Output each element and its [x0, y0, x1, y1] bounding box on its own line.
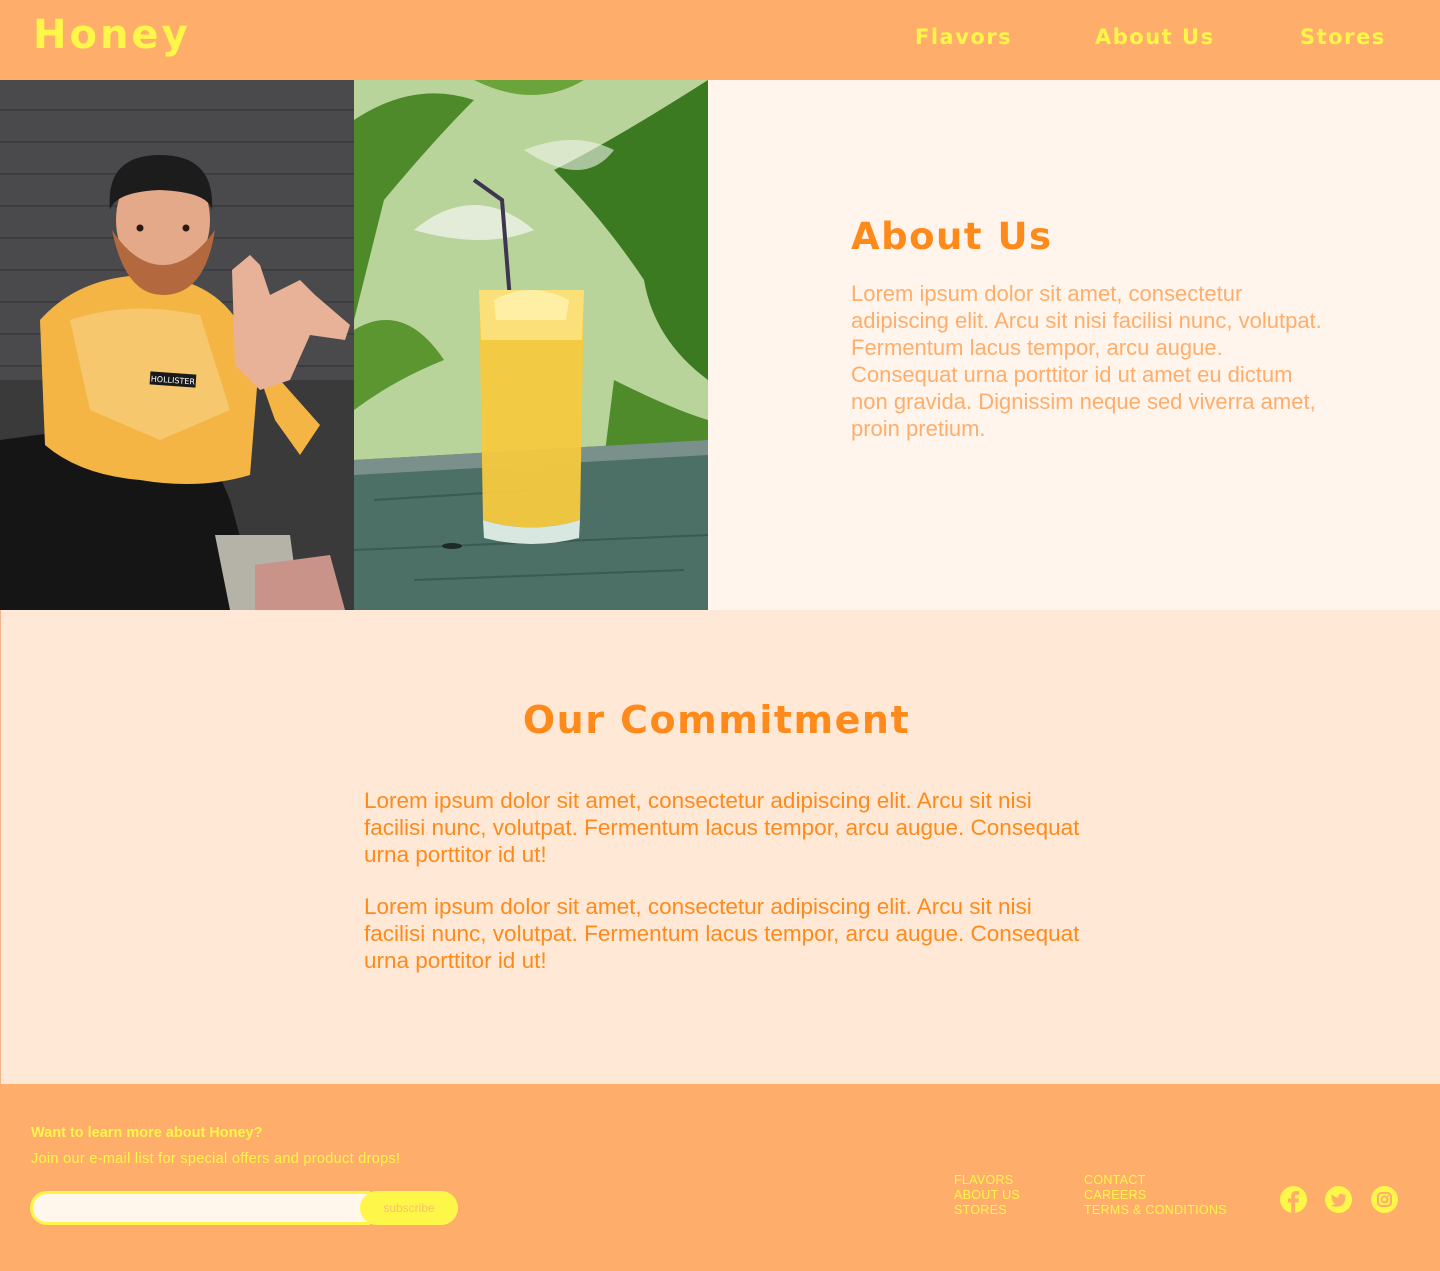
email-input[interactable] [30, 1191, 370, 1225]
commitment-section: Our Commitment Lorem ipsum dolor sit ame… [0, 610, 1440, 1084]
commitment-paragraph-2: Lorem ipsum dolor sit amet, consectetur … [364, 894, 1080, 973]
footer-link-stores[interactable]: STORES [954, 1203, 1020, 1218]
about-title: About Us [851, 215, 1053, 258]
footer-link-careers[interactable]: CAREERS [1084, 1188, 1227, 1203]
nav-flavors[interactable]: Flavors [915, 25, 1012, 49]
site-footer: Want to learn more about Honey? Join our… [0, 1084, 1440, 1271]
drink-photo [354, 80, 708, 610]
about-section: HOLLISTER About Us Lorem ipsum dolor sit… [0, 80, 1440, 610]
nav-stores[interactable]: Stores [1300, 25, 1386, 49]
footer-links-primary: FLAVORS ABOUT US STORES [954, 1173, 1020, 1218]
site-header: Honey Flavors About Us Stores [0, 0, 1440, 80]
footer-link-terms[interactable]: TERMS & CONDITIONS [1084, 1203, 1227, 1218]
newsletter-subtitle: Join our e-mail list for special offers … [31, 1151, 401, 1167]
instagram-icon[interactable] [1371, 1186, 1398, 1213]
facebook-icon[interactable] [1280, 1186, 1307, 1213]
logo[interactable]: Honey [33, 12, 191, 58]
newsletter-heading: Want to learn more about Honey? [31, 1125, 263, 1141]
about-body: Lorem ipsum dolor sit amet, consectetur … [851, 281, 1322, 441]
footer-links-secondary: CONTACT CAREERS TERMS & CONDITIONS [1084, 1173, 1227, 1218]
footer-link-about-us[interactable]: ABOUT US [954, 1188, 1020, 1203]
footer-link-flavors[interactable]: FLAVORS [954, 1173, 1020, 1188]
commitment-paragraph-1: Lorem ipsum dolor sit amet, consectetur … [364, 788, 1080, 867]
twitter-icon[interactable] [1325, 1186, 1352, 1213]
commitment-title: Our Commitment [522, 698, 911, 742]
subscribe-button[interactable]: subscribe [360, 1191, 458, 1225]
man-photo: HOLLISTER [0, 80, 354, 610]
footer-link-contact[interactable]: CONTACT [1084, 1173, 1227, 1188]
nav-about-us[interactable]: About Us [1095, 25, 1215, 49]
